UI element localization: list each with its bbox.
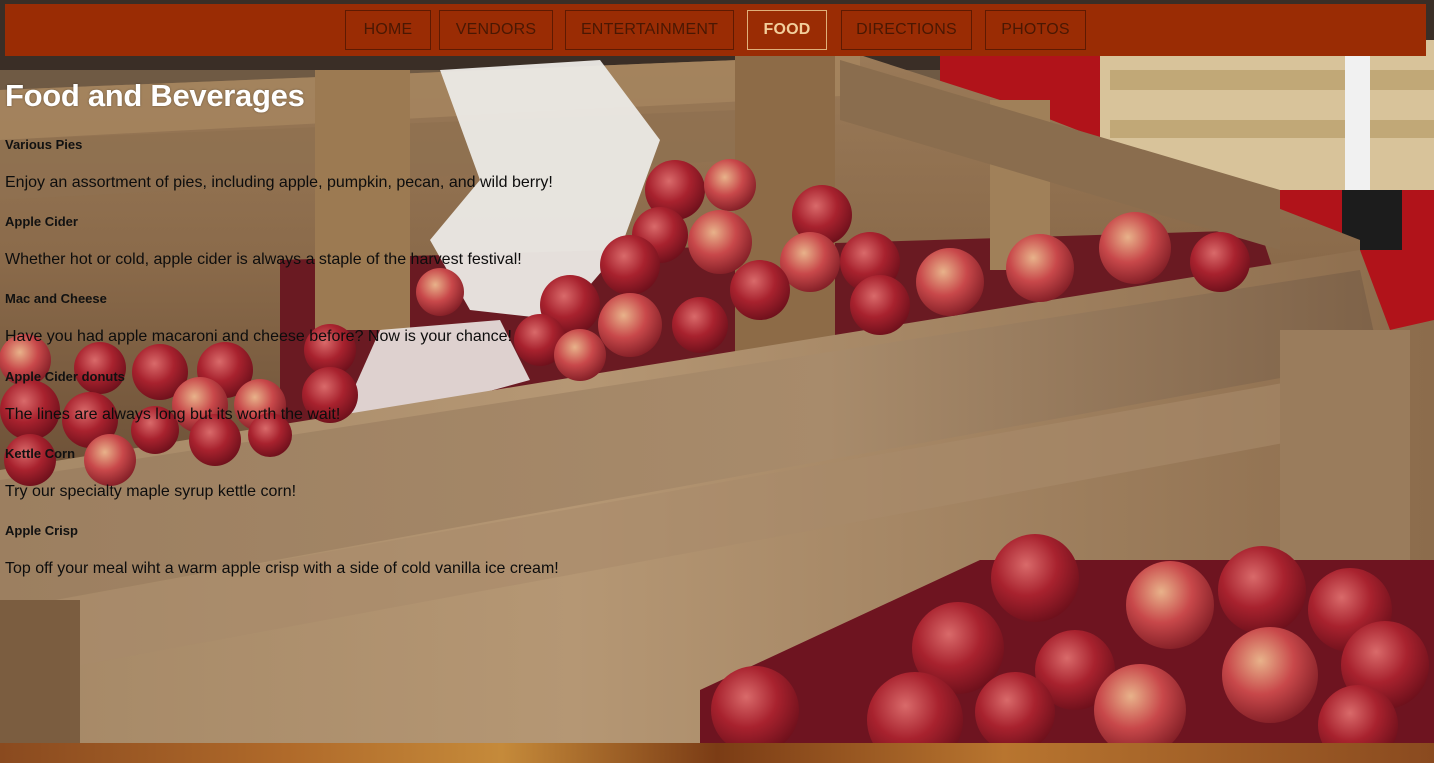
food-item-description: The lines are always long but its worth … — [5, 406, 341, 423]
food-item-description: Enjoy an assortment of pies, including a… — [5, 174, 553, 191]
nav-food-link[interactable]: FOOD — [747, 10, 827, 50]
food-item-name: Various Pies — [5, 137, 83, 152]
food-item-name: Apple Cider donuts — [5, 369, 125, 384]
nav-photos-link[interactable]: PHOTOS — [985, 10, 1086, 50]
food-item-description: Try our specialty maple syrup kettle cor… — [5, 483, 297, 500]
food-item-description: Whether hot or cold, apple cider is alwa… — [5, 251, 522, 268]
food-item-description: Have you had apple macaroni and cheese b… — [5, 328, 512, 345]
top-navigation-bar: HOME VENDORS ENTERTAINMENT FOOD DIRECTIO… — [5, 4, 1426, 56]
nav-vendors-link[interactable]: VENDORS — [439, 10, 553, 50]
food-item-name: Apple Cider — [5, 214, 78, 229]
nav-directions-link[interactable]: DIRECTIONS — [841, 10, 972, 50]
food-item-name: Kettle Corn — [5, 446, 76, 461]
bottom-strip — [0, 743, 1434, 763]
food-item-description: Top off your meal wiht a warm apple cris… — [5, 560, 559, 577]
page-title: Food and Beverages — [5, 78, 305, 113]
nav-entertainment-link[interactable]: ENTERTAINMENT — [565, 10, 734, 50]
background-photo — [0, 0, 1434, 763]
food-item-name: Mac and Cheese — [5, 291, 107, 306]
food-item-name: Apple Crisp — [5, 523, 78, 538]
nav-home-link[interactable]: HOME — [345, 10, 431, 50]
